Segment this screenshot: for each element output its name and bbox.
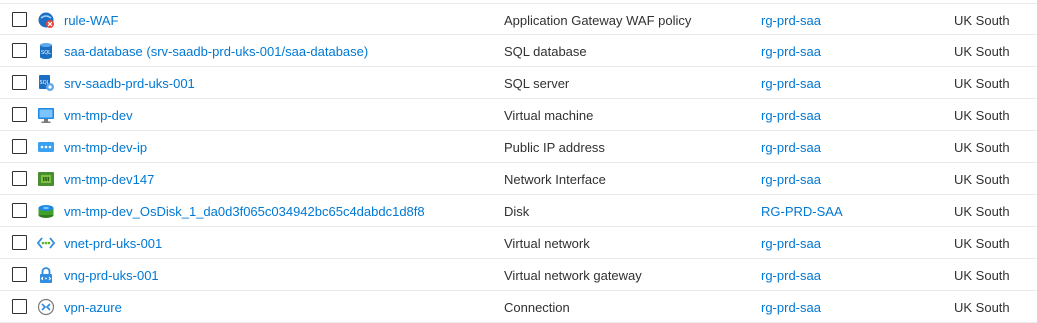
resource-location: UK South — [954, 140, 1010, 155]
svg-text:SQL: SQL — [41, 50, 51, 56]
resource-location: UK South — [954, 76, 1010, 91]
resource-group-link[interactable]: rg-prd-saa — [761, 108, 821, 123]
row-checkbox[interactable] — [12, 267, 27, 282]
resource-name-link[interactable]: vng-prd-uks-001 — [64, 268, 159, 283]
resource-name-link[interactable]: vm-tmp-dev147 — [64, 172, 154, 187]
resource-type: Disk — [504, 204, 530, 219]
resource-location: UK South — [954, 13, 1010, 28]
resource-group-link[interactable]: rg-prd-saa — [761, 13, 821, 28]
public-ip-icon — [37, 138, 55, 156]
resource-name-link[interactable]: vnet-prd-uks-001 — [64, 236, 162, 251]
virtual-network-icon — [37, 234, 55, 252]
resource-type: Virtual network gateway — [504, 268, 642, 283]
row-checkbox[interactable] — [12, 107, 27, 122]
table-row[interactable]: vnet-prd-uks-001 Virtual network rg-prd-… — [0, 227, 1037, 259]
virtual-machine-icon — [37, 106, 55, 124]
table-row[interactable]: vm-tmp-dev147 Network Interface rg-prd-s… — [0, 163, 1037, 195]
resource-type: Virtual machine — [504, 108, 594, 123]
resource-type: SQL database — [504, 44, 587, 59]
resource-type: Virtual network — [504, 236, 590, 251]
resource-type: SQL server — [504, 76, 570, 91]
resource-type: Application Gateway WAF policy — [504, 13, 692, 28]
resource-location: UK South — [954, 44, 1010, 59]
resource-type: Connection — [504, 300, 570, 315]
row-checkbox[interactable] — [12, 299, 27, 314]
vnet-gateway-icon — [37, 266, 55, 284]
connection-icon — [37, 298, 55, 316]
disk-icon — [37, 202, 55, 220]
row-checkbox[interactable] — [12, 203, 27, 218]
table-row[interactable]: vng-prd-uks-001 Virtual network gateway … — [0, 259, 1037, 291]
resource-type: Network Interface — [504, 172, 606, 187]
row-checkbox[interactable] — [12, 139, 27, 154]
network-interface-icon — [37, 170, 55, 188]
resource-location: UK South — [954, 172, 1010, 187]
waf-policy-icon — [37, 11, 55, 29]
resource-name-link[interactable]: srv-saadb-prd-uks-001 — [64, 76, 195, 91]
resource-group-link[interactable]: rg-prd-saa — [761, 44, 821, 59]
resource-name-link[interactable]: vm-tmp-dev — [64, 108, 133, 123]
resource-location: UK South — [954, 268, 1010, 283]
resource-name-link[interactable]: vm-tmp-dev_OsDisk_1_da0d3f065c034942bc65… — [64, 204, 425, 219]
resource-name-link[interactable]: saa-database (srv-saadb-prd-uks-001/saa-… — [64, 44, 368, 59]
resource-group-link[interactable]: RG-PRD-SAA — [761, 204, 843, 219]
resource-list: rule-WAF Application Gateway WAF policy … — [0, 0, 1037, 323]
row-checkbox[interactable] — [12, 75, 27, 90]
sql-server-icon: SQL — [37, 74, 55, 92]
table-row[interactable]: vm-tmp-dev_OsDisk_1_da0d3f065c034942bc65… — [0, 195, 1037, 227]
resource-group-link[interactable]: rg-prd-saa — [761, 300, 821, 315]
resource-location: UK South — [954, 236, 1010, 251]
resource-type: Public IP address — [504, 140, 605, 155]
resource-group-link[interactable]: rg-prd-saa — [761, 140, 821, 155]
row-checkbox[interactable] — [12, 12, 27, 27]
resource-group-link[interactable]: rg-prd-saa — [761, 172, 821, 187]
resource-name-link[interactable]: vpn-azure — [64, 300, 122, 315]
resource-location: UK South — [954, 204, 1010, 219]
resource-group-link[interactable]: rg-prd-saa — [761, 268, 821, 283]
table-row[interactable]: SQL srv-saadb-prd-uks-001 SQL server rg-… — [0, 67, 1037, 99]
table-row[interactable]: rule-WAF Application Gateway WAF policy … — [0, 3, 1037, 35]
resource-name-link[interactable]: vm-tmp-dev-ip — [64, 140, 147, 155]
row-checkbox[interactable] — [12, 43, 27, 58]
row-checkbox[interactable] — [12, 171, 27, 186]
resource-location: UK South — [954, 108, 1010, 123]
table-row[interactable]: vm-tmp-dev-ip Public IP address rg-prd-s… — [0, 131, 1037, 163]
sql-database-icon: SQL — [37, 42, 55, 60]
table-row[interactable]: vpn-azure Connection rg-prd-saa UK South — [0, 291, 1037, 323]
table-row[interactable]: vm-tmp-dev Virtual machine rg-prd-saa UK… — [0, 99, 1037, 131]
table-row[interactable]: SQL saa-database (srv-saadb-prd-uks-001/… — [0, 35, 1037, 67]
resource-name-link[interactable]: rule-WAF — [64, 13, 118, 28]
resource-group-link[interactable]: rg-prd-saa — [761, 76, 821, 91]
resource-group-link[interactable]: rg-prd-saa — [761, 236, 821, 251]
resource-location: UK South — [954, 300, 1010, 315]
row-checkbox[interactable] — [12, 235, 27, 250]
